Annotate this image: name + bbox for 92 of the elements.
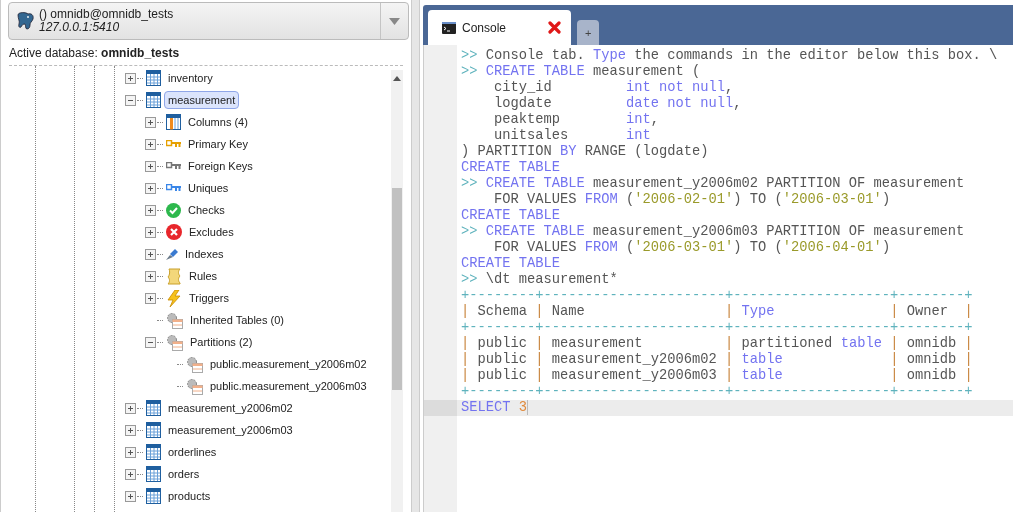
expand-icon[interactable] [125, 424, 136, 436]
console-line: logdate date not null, [493, 96, 743, 112]
console-line: >> CREATE TABLE measurement_y2006m02 PARTITION OF measurement [460, 176, 966, 192]
console-line: peaktemp int, [493, 112, 661, 128]
tree-item[interactable]: measurement_y2006m03 [164, 421, 297, 439]
console-line: >> CREATE TABLE measurement_y2006m03 PARTITION OF measurement [460, 224, 966, 240]
gear-table-icon [186, 355, 203, 373]
scroll-icon [166, 267, 182, 285]
expand-icon[interactable] [145, 248, 156, 260]
console-line: FOR VALUES FROM ('2006-02-01') TO ('2006-03-01') [493, 192, 892, 208]
pin-icon [166, 248, 178, 260]
expand-icon[interactable] [125, 446, 136, 458]
tree-item[interactable]: products [164, 487, 215, 505]
scroll-thumb[interactable] [392, 188, 402, 390]
table-icon [146, 488, 161, 504]
console-line: CREATE TABLE [460, 256, 562, 272]
console-line: | public | measurement_y2006m02 | table | omnidb | [460, 352, 974, 368]
console-line: +--------+----------------------+-------------------+--------+ [460, 288, 974, 304]
tree-item[interactable]: Uniques [184, 179, 233, 197]
scrollbar[interactable] [391, 70, 403, 512]
gear-table-icon [166, 311, 183, 329]
tree-item[interactable]: public.measurement_y2006m03 [206, 377, 371, 395]
tree-item[interactable]: Inherited Tables (0) [186, 311, 288, 329]
expand-icon[interactable] [145, 138, 156, 150]
console-line: | public | measurement | partitioned table | omnidb | [460, 336, 974, 352]
console-line: unitsales int [493, 128, 652, 144]
tree-item[interactable]: measurement [164, 91, 240, 109]
elephant-icon [15, 11, 35, 31]
key-icon [166, 162, 181, 170]
console-line: >> Console tab. Type the commands in the editor below this box. \ [460, 48, 999, 64]
active-database-label: Active database: omnidb_tests [8, 45, 181, 62]
console-line: CREATE TABLE [460, 160, 562, 176]
gear-table-icon [186, 377, 203, 395]
table-icon [146, 444, 161, 460]
key-icon [166, 184, 181, 192]
tree-item[interactable]: orderlines [164, 443, 221, 461]
tree-item[interactable]: Excludes [185, 223, 238, 241]
expand-icon[interactable] [125, 490, 136, 502]
tree-item[interactable]: Foreign Keys [184, 157, 257, 175]
table-icon [146, 92, 161, 108]
tree-item[interactable]: orders [164, 465, 204, 483]
caret-icon [389, 17, 400, 25]
table-icon [146, 70, 161, 86]
connection-selector[interactable]: () omnidb@omnidb_tests 127.0.0.1:5410 [8, 2, 409, 40]
collapse-icon[interactable] [125, 94, 136, 106]
tree-item[interactable]: Rules [185, 267, 222, 285]
table-icon [146, 400, 161, 416]
gear-table-icon [166, 333, 183, 351]
expand-icon[interactable] [145, 292, 156, 304]
console-line: city_id int not null, [493, 80, 735, 96]
console-line: +--------+----------------------+-------------------+--------+ [460, 320, 974, 336]
tree-item[interactable]: Primary Key [184, 135, 252, 153]
terminal-icon [442, 21, 456, 34]
scroll-up-icon[interactable] [393, 76, 401, 81]
expand-icon[interactable] [145, 270, 156, 282]
expand-icon[interactable] [145, 160, 156, 172]
collapse-icon[interactable] [145, 336, 156, 348]
table-icon [146, 466, 161, 482]
connection-address: 127.0.0.1:5410 [39, 21, 120, 34]
expand-icon[interactable] [125, 468, 136, 480]
check-icon [166, 202, 181, 218]
console-line: +--------+----------------------+-------------------+--------+ [460, 384, 974, 400]
console-line: >> CREATE TABLE measurement ( [460, 64, 702, 80]
tree-item[interactable]: Columns (4) [184, 113, 252, 131]
key-icon [166, 140, 181, 148]
console-line: CREATE TABLE [460, 208, 562, 224]
tree-item[interactable]: Triggers [185, 289, 233, 307]
expand-icon[interactable] [145, 204, 156, 216]
tree-item[interactable]: inventory [164, 69, 217, 87]
expand-icon[interactable] [145, 116, 156, 128]
console-line: >> \dt measurement* [460, 272, 619, 288]
tree-item[interactable]: public.measurement_y2006m02 [206, 355, 371, 373]
console-line: | public | measurement_y2006m03 | table | omnidb | [460, 368, 974, 384]
lightning-icon [166, 289, 182, 307]
expand-icon[interactable] [125, 402, 136, 414]
add-tab-button[interactable]: + [577, 20, 600, 45]
console-tab[interactable]: Console [428, 10, 572, 45]
columns-icon [166, 114, 181, 130]
tree-item[interactable]: Checks [184, 201, 229, 219]
tree-item[interactable]: measurement_y2006m02 [164, 399, 297, 417]
tree-item[interactable]: Indexes [181, 245, 228, 263]
console-line: FOR VALUES FROM ('2006-03-01') TO ('2006-04-01') [493, 240, 892, 256]
tree-item[interactable]: Partitions (2) [186, 333, 257, 351]
console-line: | Schema | Name | Type | Owner | [460, 304, 974, 320]
table-icon [146, 422, 161, 438]
x-icon [166, 224, 182, 240]
console-line: ) PARTITION BY RANGE (logdate) [460, 144, 710, 160]
expand-icon[interactable] [145, 226, 156, 238]
expand-icon[interactable] [145, 182, 156, 194]
connection-name: () omnidb@omnidb_tests [39, 8, 174, 21]
close-icon[interactable] [548, 21, 562, 34]
expand-icon[interactable] [125, 72, 136, 84]
